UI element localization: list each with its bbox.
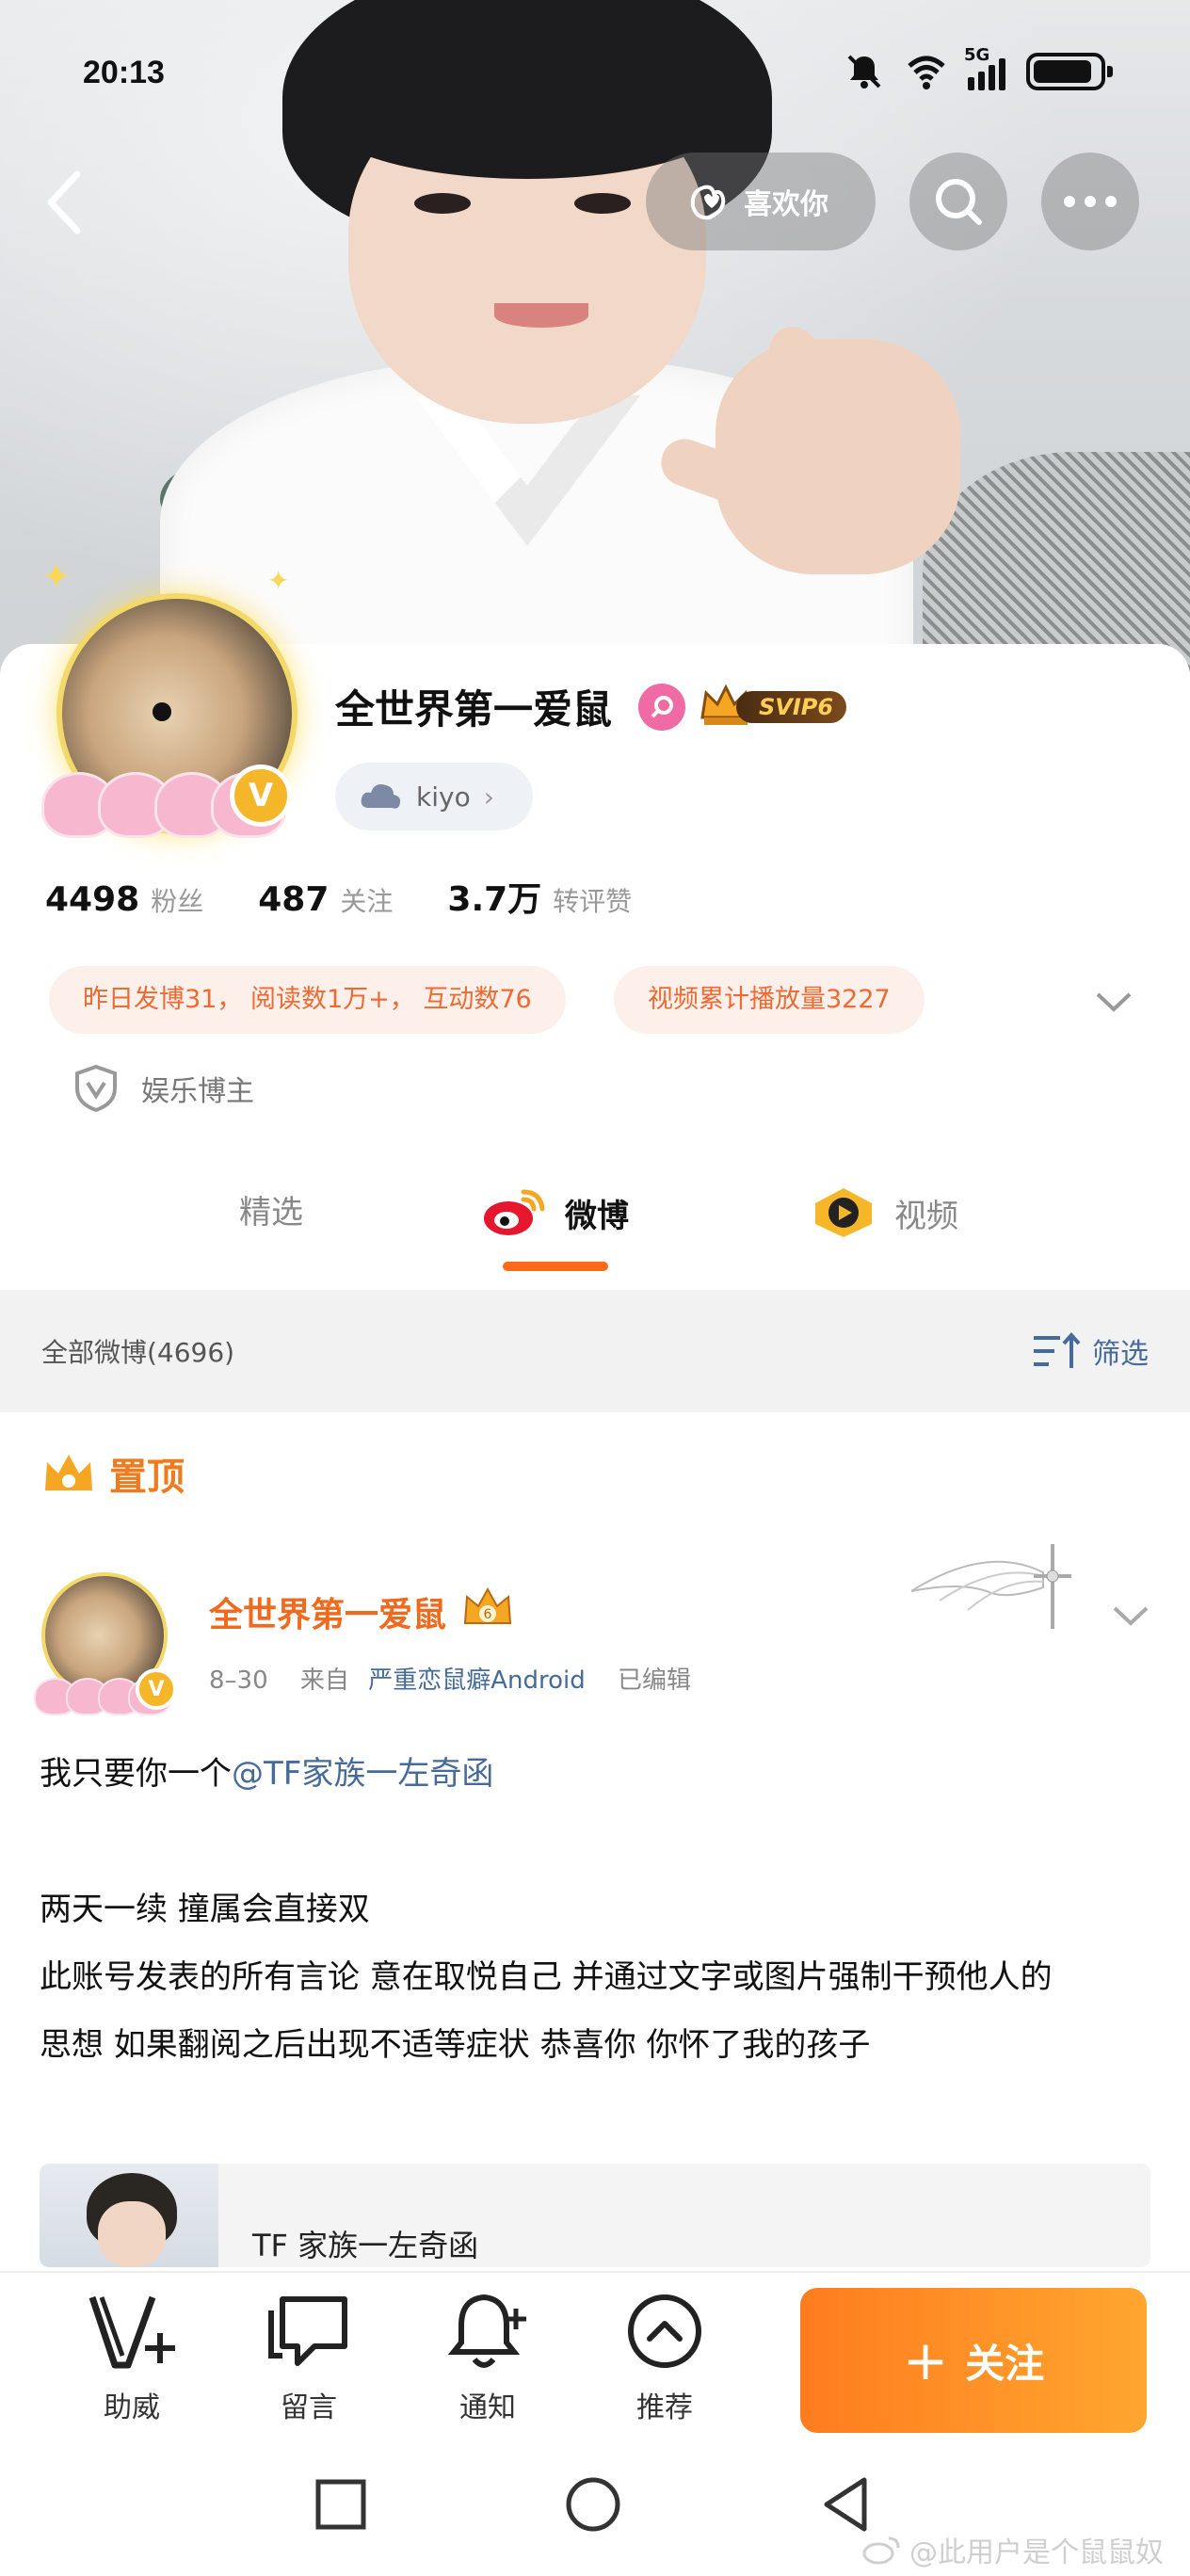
recents-square-icon[interactable] bbox=[311, 2474, 371, 2535]
chevron-down-icon[interactable] bbox=[1092, 979, 1135, 1022]
weibo-watermark-icon bbox=[862, 2536, 900, 2565]
recommend-button[interactable]: 推荐 bbox=[599, 2288, 731, 2425]
post-author-name[interactable]: 全世界第一爱鼠 bbox=[209, 1587, 446, 1636]
search-icon bbox=[936, 179, 982, 225]
plus-icon: + bbox=[902, 2328, 949, 2392]
more-button[interactable] bbox=[1041, 153, 1139, 250]
notify-button[interactable]: 通知 bbox=[422, 2288, 554, 2425]
video-icon bbox=[815, 1188, 872, 1237]
back-triangle-icon[interactable] bbox=[815, 2474, 876, 2535]
svip-label: SVIP6 bbox=[736, 691, 847, 723]
filter-sort-icon bbox=[1034, 1331, 1081, 1368]
female-badge-icon bbox=[638, 684, 685, 731]
post-verified-icon: V bbox=[136, 1668, 177, 1710]
repost-card[interactable]: TF 家族一左奇函 bbox=[40, 2164, 1150, 2267]
cell-signal-icon: 5G bbox=[964, 45, 1005, 90]
message-button[interactable]: 留言 bbox=[243, 2288, 375, 2425]
profile-name: 全世界第一爱鼠 bbox=[335, 686, 613, 733]
follow-button[interactable]: + 关注 bbox=[800, 2288, 1147, 2433]
hand-heart-icon bbox=[690, 185, 726, 220]
battery-icon bbox=[1026, 53, 1113, 90]
chevron-right-icon: › bbox=[483, 781, 494, 813]
wifi-icon bbox=[908, 56, 945, 89]
search-button[interactable] bbox=[909, 153, 1007, 250]
kiyo-tag-button[interactable]: kiyo › bbox=[335, 763, 533, 830]
kiyo-label: kiyo bbox=[416, 781, 471, 813]
repost-thumbnail bbox=[40, 2164, 218, 2267]
filter-bar: 全部微博(4696) 筛选 bbox=[0, 1290, 1190, 1412]
post-more-chevron-icon[interactable] bbox=[1107, 1591, 1154, 1638]
pinned-crown-icon bbox=[45, 1455, 92, 1490]
mute-bell-icon bbox=[847, 55, 881, 89]
status-bar: 20:13 5G bbox=[0, 0, 1190, 132]
followers-stat[interactable]: 4498 粉丝 bbox=[45, 880, 203, 919]
home-circle-icon[interactable] bbox=[563, 2474, 623, 2535]
tab-featured[interactable]: 精选 bbox=[239, 1186, 303, 1232]
mention-link[interactable]: @TF家族一左奇函 bbox=[232, 1755, 493, 1793]
profile-stats: 4498 粉丝 487 关注 3.7万 转评赞 bbox=[45, 872, 686, 921]
cheer-button[interactable]: 助威 bbox=[66, 2288, 198, 2425]
watermark: @此用户是个鼠鼠奴 bbox=[862, 2529, 1164, 2570]
member-crown-icon: 6 bbox=[463, 1586, 512, 1624]
post-text: 我只要你一个@TF家族一左奇函 两天一续 撞属会直接双 此账号发表的所有言论 意… bbox=[40, 1755, 1053, 2064]
pinned-label: 置顶 bbox=[41, 1446, 185, 1501]
video-plays-pill[interactable]: 视频累计播放量3227 bbox=[614, 966, 925, 1034]
angel-wings-cross-icon bbox=[910, 1544, 1071, 1629]
filter-button[interactable]: 筛选 bbox=[1032, 1330, 1149, 1372]
message-icon bbox=[268, 2296, 347, 2366]
back-arrow-icon[interactable] bbox=[38, 165, 94, 240]
engagement-stat[interactable]: 3.7万 转评赞 bbox=[447, 872, 632, 921]
all-posts-count[interactable]: 全部微博(4696) bbox=[41, 1332, 234, 1370]
tab-weibo[interactable]: 微博 bbox=[480, 1186, 629, 1239]
verification-label: 娱乐博主 bbox=[141, 1075, 254, 1108]
svg-text:6: 6 bbox=[484, 1607, 492, 1622]
svip-badge[interactable]: SVIP6 bbox=[699, 682, 847, 729]
avatar[interactable]: ✦ ✦ ✦ V bbox=[41, 555, 314, 838]
profile-tabs: 精选 微博 视频 bbox=[0, 1167, 1190, 1280]
verified-badge-icon: V bbox=[230, 765, 292, 827]
daily-stats-pill[interactable]: 昨日发博31， 阅读数1万+， 互动数76 bbox=[49, 966, 566, 1034]
status-time: 20:13 bbox=[83, 55, 165, 90]
cloud-icon bbox=[361, 784, 401, 809]
bottom-action-bar: 助威 留言 通知 推荐 + 关注 bbox=[0, 2271, 1190, 2440]
tab-video[interactable]: 视频 bbox=[810, 1186, 958, 1239]
bell-plus-icon bbox=[447, 2294, 526, 2368]
post-date: 8–30 bbox=[209, 1666, 268, 1695]
following-stat[interactable]: 487 关注 bbox=[258, 880, 393, 919]
post-author-avatar[interactable]: V bbox=[34, 1563, 177, 1715]
like-you-button[interactable]: 喜欢你 bbox=[646, 153, 876, 250]
repost-title: TF 家族一左奇函 bbox=[252, 2228, 479, 2263]
active-tab-indicator bbox=[503, 1262, 608, 1271]
more-dots-icon bbox=[1064, 196, 1117, 207]
post-source-link[interactable]: 严重恋鼠癖Android bbox=[368, 1666, 586, 1695]
post-meta: 8–30 来自 严重恋鼠癖Android 已编辑 bbox=[209, 1666, 691, 1695]
shield-v-icon bbox=[75, 1064, 117, 1113]
verification-row[interactable]: 娱乐博主 bbox=[73, 1064, 254, 1113]
weibo-logo-icon bbox=[484, 1189, 545, 1235]
cheer-icon bbox=[88, 2295, 175, 2369]
post-edited-label: 已编辑 bbox=[617, 1666, 691, 1695]
recommend-icon bbox=[628, 2294, 701, 2368]
